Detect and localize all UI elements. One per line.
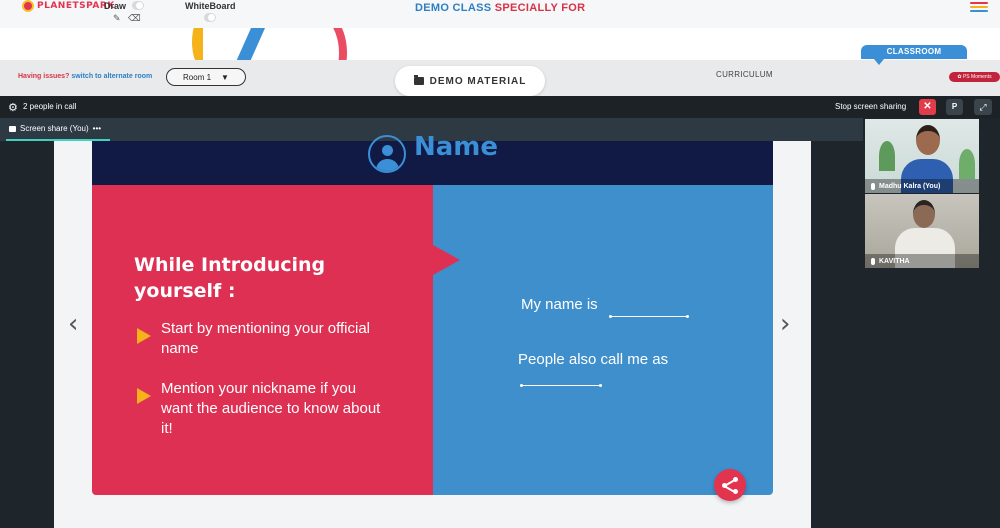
room-select-value: Room 1 [183,72,212,82]
also-call-me-text: People also call me as [518,351,669,368]
hamburger-line [970,6,988,8]
demo-material-button[interactable]: DEMO MATERIAL [395,66,545,96]
p-button[interactable]: P [946,99,963,115]
my-name-is-text: My name is [521,296,598,313]
chevron-down-icon: ▼ [221,72,229,82]
participant-name-bar: Madhu Kalra (You) [865,179,979,193]
classroom-tab[interactable]: CLASSROOM [861,45,967,59]
slide-right-panel [433,185,773,495]
curriculum-tab[interactable]: CURRICULUM [716,70,773,79]
draw-toggle[interactable] [132,1,144,10]
participant-video-tile[interactable]: KAVITHA [865,194,979,268]
slide-notch-arrow [433,245,460,275]
folder-icon [413,75,424,85]
stop-screen-sharing-label[interactable]: Stop screen sharing [835,102,906,111]
share-icon-dot [733,477,738,482]
share-icon-line [725,479,734,486]
class-navbar: Having issues? switch to alternate room … [0,60,1000,96]
participant-head [916,125,940,155]
background-plant [879,141,895,171]
participant-video-tile[interactable]: Madhu Kalra (You) [865,119,979,193]
screen-share-icon [9,125,16,132]
demo-material-label: DEMO MATERIAL [429,75,527,87]
whiteboard-label: WhiteBoard [185,1,236,11]
participant-name-bar: KAVITHA [865,254,979,268]
bullet-text: Mention your nickname if you want the au… [161,380,381,437]
name-blank-line [609,315,689,318]
screen-share-tab[interactable]: Screen share (You) ••• [6,118,110,141]
bullet-item: Start by mentioning your official name [137,319,387,359]
hamburger-line [970,10,988,12]
decor-red-arc [287,28,347,60]
pencil-icon[interactable]: ✎ [113,13,121,24]
bullet-item: Mention your nickname if you want the au… [137,379,387,439]
decor-band [0,28,1000,60]
title-specially-for: SPECIALLY FOR [494,2,586,14]
logo-icon [22,0,34,12]
call-header: ⚙ 2 people in call Stop screen sharing ✕… [0,96,1000,118]
expand-icon[interactable]: ⤢ [974,99,992,115]
prev-slide-icon[interactable]: ‹ [68,309,78,339]
participant-name: KAVITHA [879,257,910,265]
mic-icon [871,182,875,190]
decor-blue-stroke [233,28,267,60]
mic-icon [871,257,875,265]
eraser-icon[interactable]: ⌫ [128,13,141,24]
shared-slide-stage: ‹ › Name While Introducing yourself : St… [54,132,811,528]
classroom-tab-pointer [874,59,884,65]
slide-header: Name [92,132,773,185]
room-select[interactable]: Room 1 ▼ [166,68,246,86]
share-icon-line [725,485,734,492]
people-count: 2 people in call [23,102,77,111]
ps-moments-button[interactable]: ✿ PS Moments [949,72,1000,82]
whiteboard-toggle[interactable] [204,13,216,22]
participant-name: Madhu Kalra (You) [879,182,941,190]
user-icon-body [376,159,399,171]
top-header: PLANETSPARK Draw ✎ ⌫ WhiteBoard DEMO CLA… [0,0,1000,28]
screen-share-label: Screen share (You) [20,124,89,133]
slide-title: Name [414,132,499,162]
planetspark-logo[interactable]: PLANETSPARK [22,0,115,12]
issues-label: Having issues? [18,73,70,80]
page-title: DEMO CLASS SPECIALLY FOR [415,2,585,14]
user-icon-head [382,145,393,156]
next-slide-icon[interactable]: › [780,309,790,339]
title-demo-class: DEMO CLASS [415,2,492,14]
issues-text: Having issues? switch to alternate room [18,73,152,80]
share-icon[interactable] [714,469,746,501]
triangle-bullet-icon [137,388,151,404]
more-options-icon[interactable]: ••• [93,124,101,133]
alternate-room-link[interactable]: switch to alternate room [71,73,152,80]
decor-yellow-arc [192,28,210,60]
intro-heading: While Introducing yourself : [134,254,326,302]
hamburger-line [970,2,988,4]
stop-sharing-close-icon[interactable]: ✕ [919,99,936,115]
triangle-bullet-icon [137,328,151,344]
background-plant [959,149,975,179]
meeting-area: ⚙ 2 people in call Stop screen sharing ✕… [0,96,1000,528]
draw-label: Draw [104,1,127,11]
bullet-text: Start by mentioning your official name [161,320,370,357]
hamburger-menu-icon[interactable] [970,2,988,14]
gear-icon[interactable]: ⚙ [8,101,18,114]
user-icon [368,135,406,173]
nickname-blank-line [520,384,602,387]
participant-head [913,200,935,228]
